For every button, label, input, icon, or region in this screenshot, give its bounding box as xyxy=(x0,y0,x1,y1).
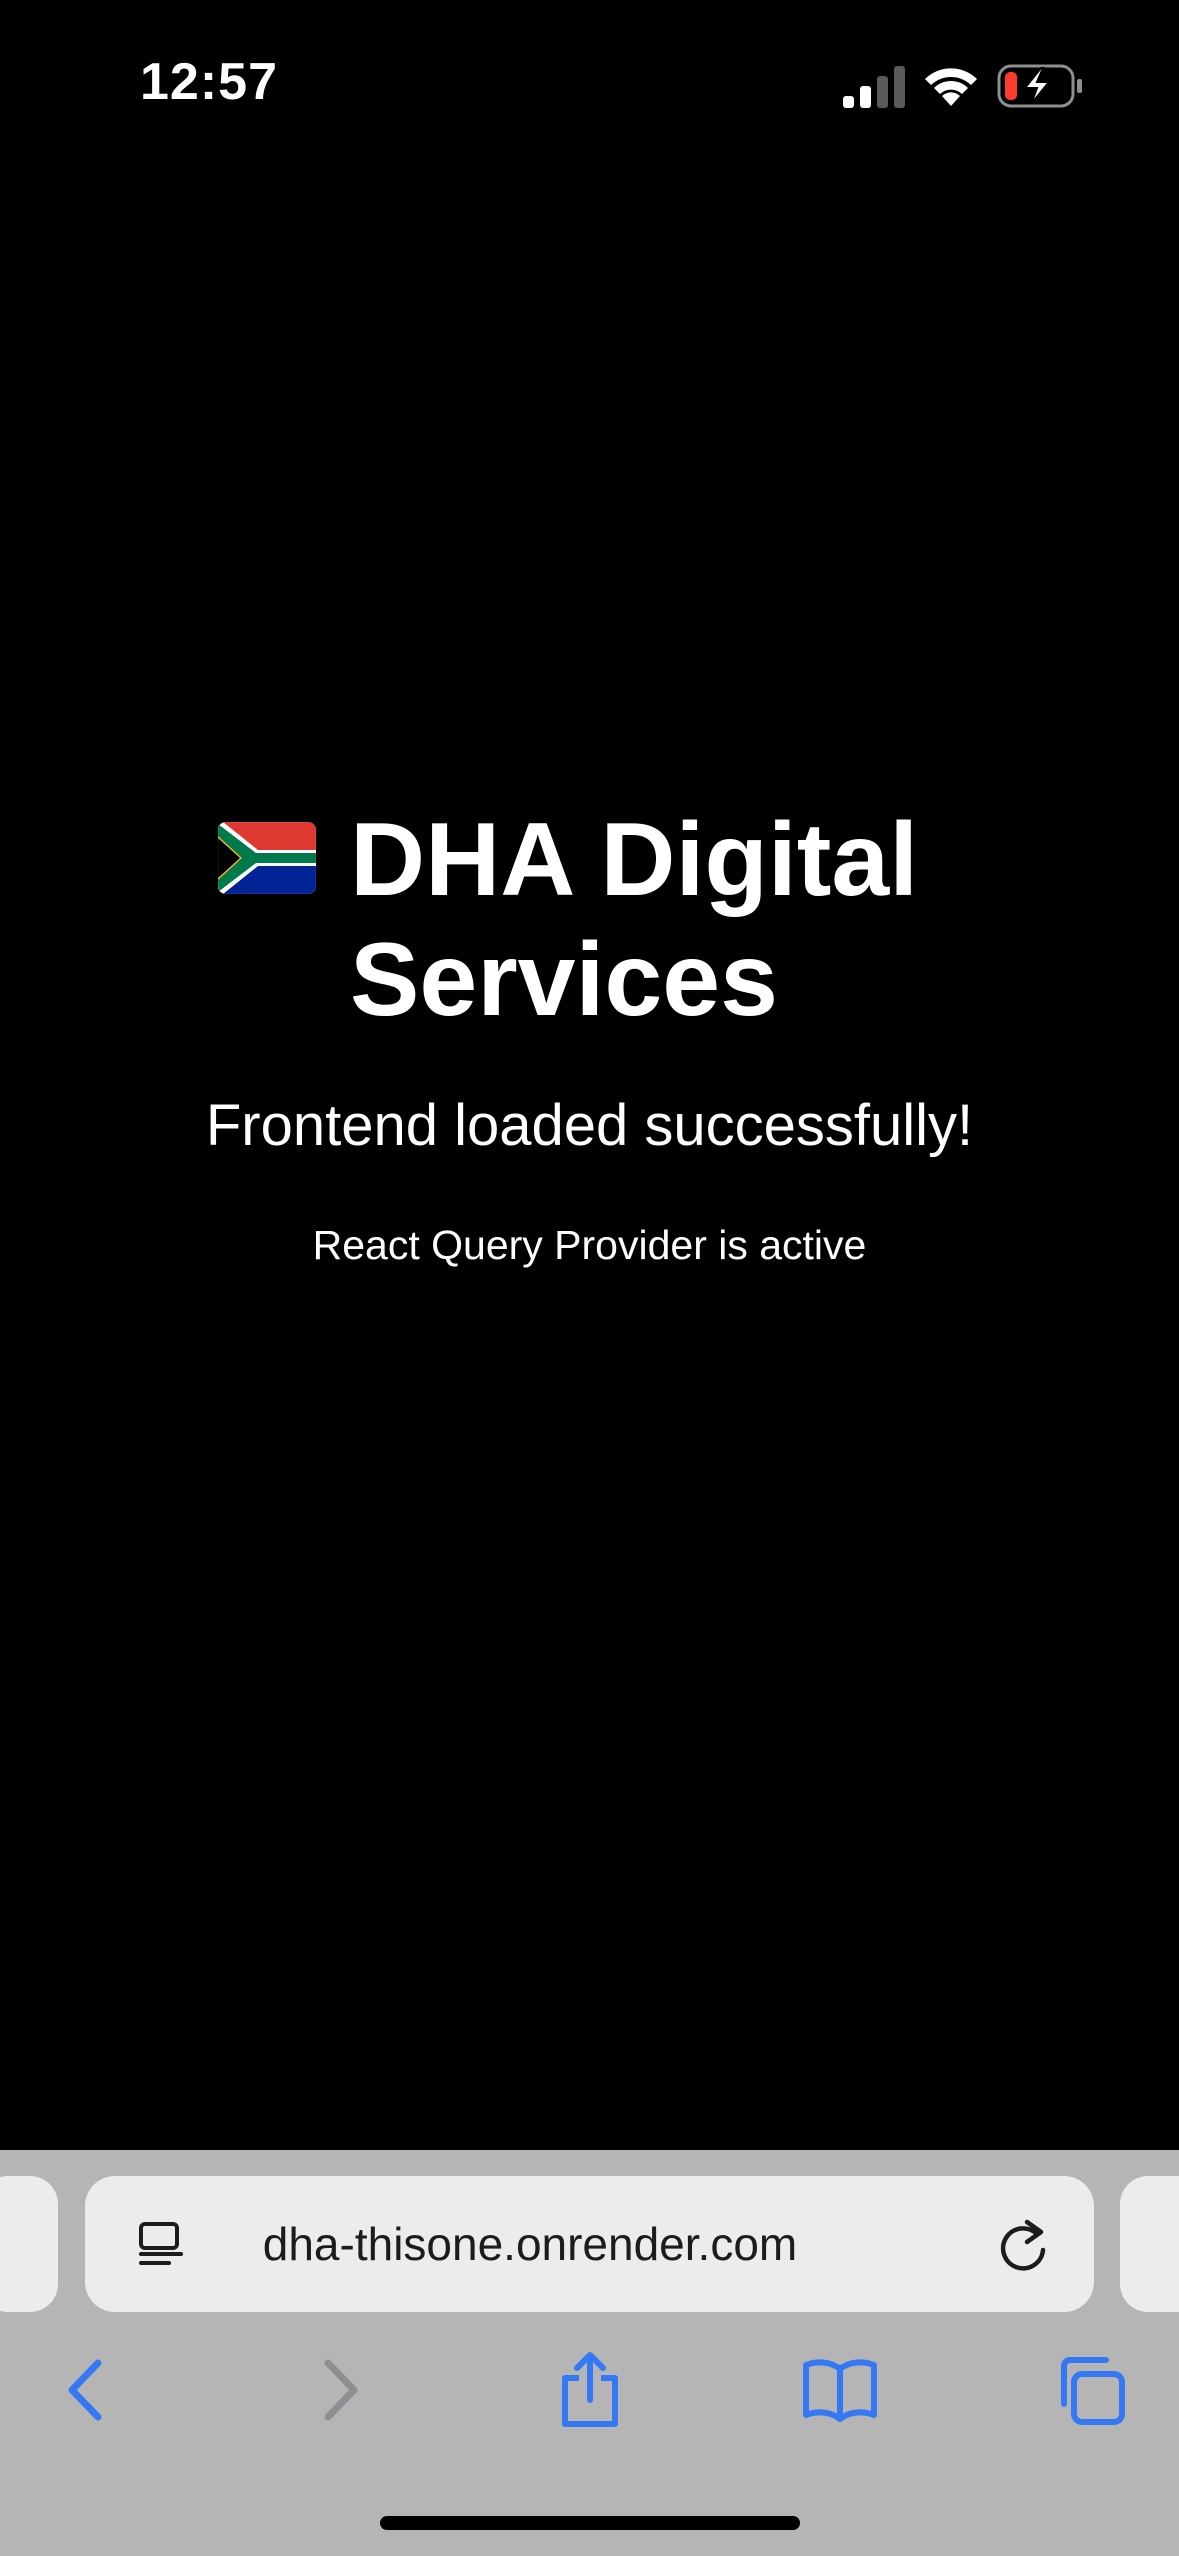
back-button[interactable] xyxy=(36,2340,136,2440)
browser-toolbar xyxy=(0,2340,1179,2460)
back-chevron-icon xyxy=(68,2359,102,2421)
browser-bottom-bar: dha-thisone.onrender.com xyxy=(0,2150,1179,2556)
provider-status-text: React Query Provider is active xyxy=(312,1222,867,1268)
wifi-icon xyxy=(925,68,977,106)
home-indicator[interactable] xyxy=(380,2516,800,2530)
forward-button[interactable] xyxy=(290,2340,390,2440)
tabs-button[interactable] xyxy=(1040,2340,1140,2440)
bookmarks-button[interactable] xyxy=(790,2340,890,2440)
next-tab-preview[interactable] xyxy=(1120,2176,1179,2312)
cellular-signal-icon xyxy=(843,66,905,108)
page-header: DHA Digital Services xyxy=(0,800,1179,1040)
load-success-message: Frontend loaded successfully! xyxy=(205,1093,974,1158)
status-bar: 12:57 xyxy=(0,0,1179,170)
share-icon xyxy=(562,2352,618,2427)
page-menu-icon[interactable] xyxy=(133,2216,189,2272)
bookmarks-icon xyxy=(803,2359,877,2422)
forward-chevron-icon xyxy=(324,2359,358,2421)
share-button[interactable] xyxy=(540,2340,640,2440)
reload-icon[interactable] xyxy=(997,2216,1051,2274)
status-time: 12:57 xyxy=(140,53,278,111)
phone-screen: DHA Digital Services Frontend loaded suc… xyxy=(0,0,1179,2556)
page-title: DHA Digital Services xyxy=(350,802,919,1038)
previous-tab-preview[interactable] xyxy=(0,2176,58,2312)
address-bar[interactable]: dha-thisone.onrender.com xyxy=(85,2176,1094,2312)
south-africa-flag-icon xyxy=(218,822,316,894)
web-page-content: DHA Digital Services Frontend loaded suc… xyxy=(0,0,1179,2150)
url-text[interactable]: dha-thisone.onrender.com xyxy=(205,2216,855,2272)
battery-charging-icon xyxy=(997,64,1082,108)
tabs-icon xyxy=(1061,2357,1125,2425)
